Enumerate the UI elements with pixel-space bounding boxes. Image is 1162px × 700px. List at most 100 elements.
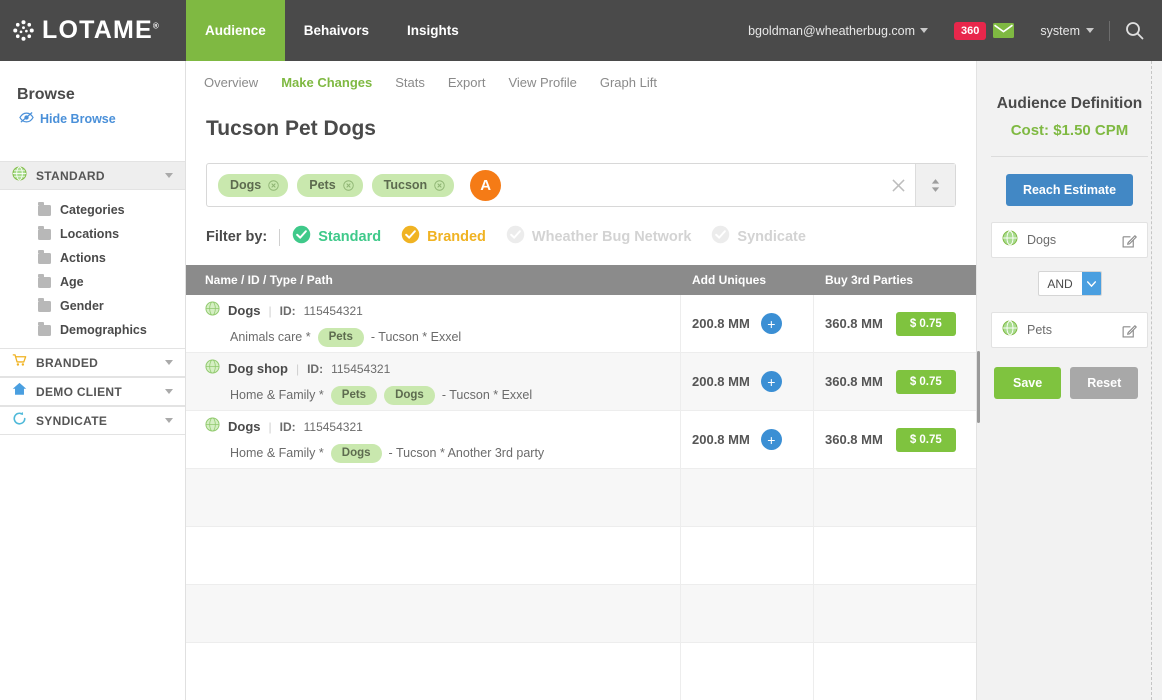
search-tag-bar[interactable]: Dogs Pets <box>206 163 956 207</box>
tab-overview[interactable]: Overview <box>204 75 272 90</box>
row-id-value: 115454321 <box>304 420 363 434</box>
remove-tag-icon[interactable] <box>268 180 279 191</box>
operator-dropdown[interactable]: AND <box>1038 271 1102 296</box>
nav-item-audience[interactable]: Audience <box>186 0 285 61</box>
sidebar-group-demo-client[interactable]: DEMO CLIENT <box>0 377 185 406</box>
table-row-empty <box>186 469 976 527</box>
chevron-down-icon[interactable] <box>1082 272 1101 295</box>
search-stepper-button[interactable] <box>915 164 955 206</box>
plus-icon[interactable]: + <box>761 371 782 392</box>
sub-tabs: Overview Make Changes Stats Export View … <box>186 61 976 90</box>
tag-tucson[interactable]: Tucson <box>372 174 455 197</box>
row-separator: | <box>269 304 272 318</box>
message-count-badge[interactable]: 360 <box>954 22 986 40</box>
chevron-down-icon[interactable] <box>165 360 173 365</box>
folder-icon <box>38 325 51 336</box>
remove-tag-icon[interactable] <box>434 180 445 191</box>
chevron-down-icon[interactable] <box>165 389 173 394</box>
audience-definition-title: Audience Definition <box>977 61 1162 113</box>
table-row[interactable]: Dogs | ID: 115454321 Animals care * Pets… <box>186 295 976 353</box>
row-add-uniques-cell: 200.8 MM + <box>681 411 814 469</box>
check-circle-icon <box>711 225 730 249</box>
row-separator: | <box>296 362 299 376</box>
empty-cell <box>186 643 681 700</box>
table-row[interactable]: Dogs | ID: 115454321 Home & Family * Dog… <box>186 411 976 469</box>
third-party-value: 360.8 MM <box>825 374 883 389</box>
sidebar-group-label: SYNDICATE <box>36 414 107 428</box>
tab-stats[interactable]: Stats <box>395 75 439 90</box>
tag-pets[interactable]: Pets <box>297 174 362 197</box>
sidebar-group-syndicate[interactable]: SYNDICATE <box>0 406 185 435</box>
table-row[interactable]: Dog shop | ID: 115454321 Home & Family *… <box>186 353 976 411</box>
filter-chip-standard[interactable]: Standard <box>292 225 381 249</box>
audience-definition-panel: Audience Definition Cost: $1.50 CPM Reac… <box>976 61 1162 700</box>
path-tag[interactable]: Dogs <box>384 386 435 405</box>
scrollbar-thumb[interactable] <box>977 351 980 423</box>
sidebar-item-actions[interactable]: Actions <box>0 246 185 270</box>
row-path-prefix: Home & Family * <box>230 446 324 460</box>
row-id-label: ID: <box>307 362 323 376</box>
plus-icon[interactable]: + <box>761 313 782 334</box>
sidebar-item-categories[interactable]: Categories <box>0 198 185 222</box>
tab-view-profile[interactable]: View Profile <box>508 75 590 90</box>
path-tag[interactable]: Dogs <box>331 444 382 463</box>
search-icon[interactable] <box>1125 21 1144 40</box>
filter-chip-branded[interactable]: Branded <box>401 225 486 249</box>
sidebar-item-demographics[interactable]: Demographics <box>0 318 185 342</box>
row-add-uniques-cell: 200.8 MM + <box>681 295 814 353</box>
system-menu-chevron-down-icon[interactable] <box>1086 28 1094 33</box>
hide-browse-label: Hide Browse <box>40 112 116 126</box>
tab-graph-lift[interactable]: Graph Lift <box>600 75 671 90</box>
sidebar-item-label: Categories <box>60 203 125 217</box>
audience-letter-badge[interactable]: A <box>470 170 501 201</box>
buy-price-button[interactable]: $ 0.75 <box>896 370 956 394</box>
hide-browse-button[interactable]: Hide Browse <box>0 104 185 127</box>
filter-chip-syndicate[interactable]: Syndicate <box>711 225 806 249</box>
plus-icon[interactable]: + <box>761 429 782 450</box>
user-menu-chevron-down-icon[interactable] <box>920 28 928 33</box>
uniques-value: 200.8 MM <box>692 316 750 331</box>
nav-item-insights[interactable]: Insights <box>388 0 478 61</box>
sidebar-title: Browse <box>0 61 185 104</box>
system-menu-label[interactable]: system <box>1040 24 1080 38</box>
chevron-down-icon[interactable] <box>165 418 173 423</box>
row-id-label: ID: <box>280 420 296 434</box>
user-email-label[interactable]: bgoldman@wheatherbug.com <box>748 24 915 38</box>
panel-actions: Save Reset <box>977 348 1162 399</box>
reach-estimate-button[interactable]: Reach Estimate <box>1006 174 1133 206</box>
clear-search-button[interactable] <box>881 179 915 192</box>
tag-dogs[interactable]: Dogs <box>218 174 288 197</box>
sidebar-group-branded[interactable]: BRANDED <box>0 348 185 377</box>
buy-price-button[interactable]: $ 0.75 <box>896 428 956 452</box>
definition-card-dogs[interactable]: Dogs <box>991 222 1148 258</box>
remove-tag-icon[interactable] <box>343 180 354 191</box>
logo[interactable]: LOTAME® <box>0 0 186 61</box>
chevron-down-icon[interactable] <box>165 173 173 178</box>
filter-bar: Filter by: Standard Br <box>186 207 976 249</box>
envelope-icon[interactable] <box>993 23 1014 38</box>
nav-item-behaviors[interactable]: Behaivors <box>285 0 388 61</box>
tab-export[interactable]: Export <box>448 75 500 90</box>
sidebar-group-standard[interactable]: STANDARD <box>0 161 185 190</box>
sidebar-item-gender[interactable]: Gender <box>0 294 185 318</box>
edit-icon[interactable] <box>1122 323 1137 338</box>
definition-card-pets[interactable]: Pets <box>991 312 1148 348</box>
table-row-empty <box>186 527 976 585</box>
edit-icon[interactable] <box>1122 233 1137 248</box>
sidebar-item-age[interactable]: Age <box>0 270 185 294</box>
path-tag[interactable]: Pets <box>331 386 377 405</box>
path-tag[interactable]: Pets <box>318 328 364 347</box>
sidebar-item-locations[interactable]: Locations <box>0 222 185 246</box>
reset-button[interactable]: Reset <box>1070 367 1138 399</box>
top-bar-right-cluster: bgoldman@wheatherbug.com 360 system <box>748 0 1162 61</box>
panel-divider <box>991 156 1148 157</box>
globe-icon <box>1002 320 1018 341</box>
empty-cell <box>814 527 976 585</box>
filter-chip-wheather-bug-network[interactable]: Wheather Bug Network <box>506 225 692 249</box>
third-party-value: 360.8 MM <box>825 432 883 447</box>
check-circle-icon <box>506 225 525 249</box>
buy-price-button[interactable]: $ 0.75 <box>896 312 956 336</box>
close-icon <box>892 179 905 192</box>
save-button[interactable]: Save <box>994 367 1061 399</box>
tab-make-changes[interactable]: Make Changes <box>281 75 386 90</box>
